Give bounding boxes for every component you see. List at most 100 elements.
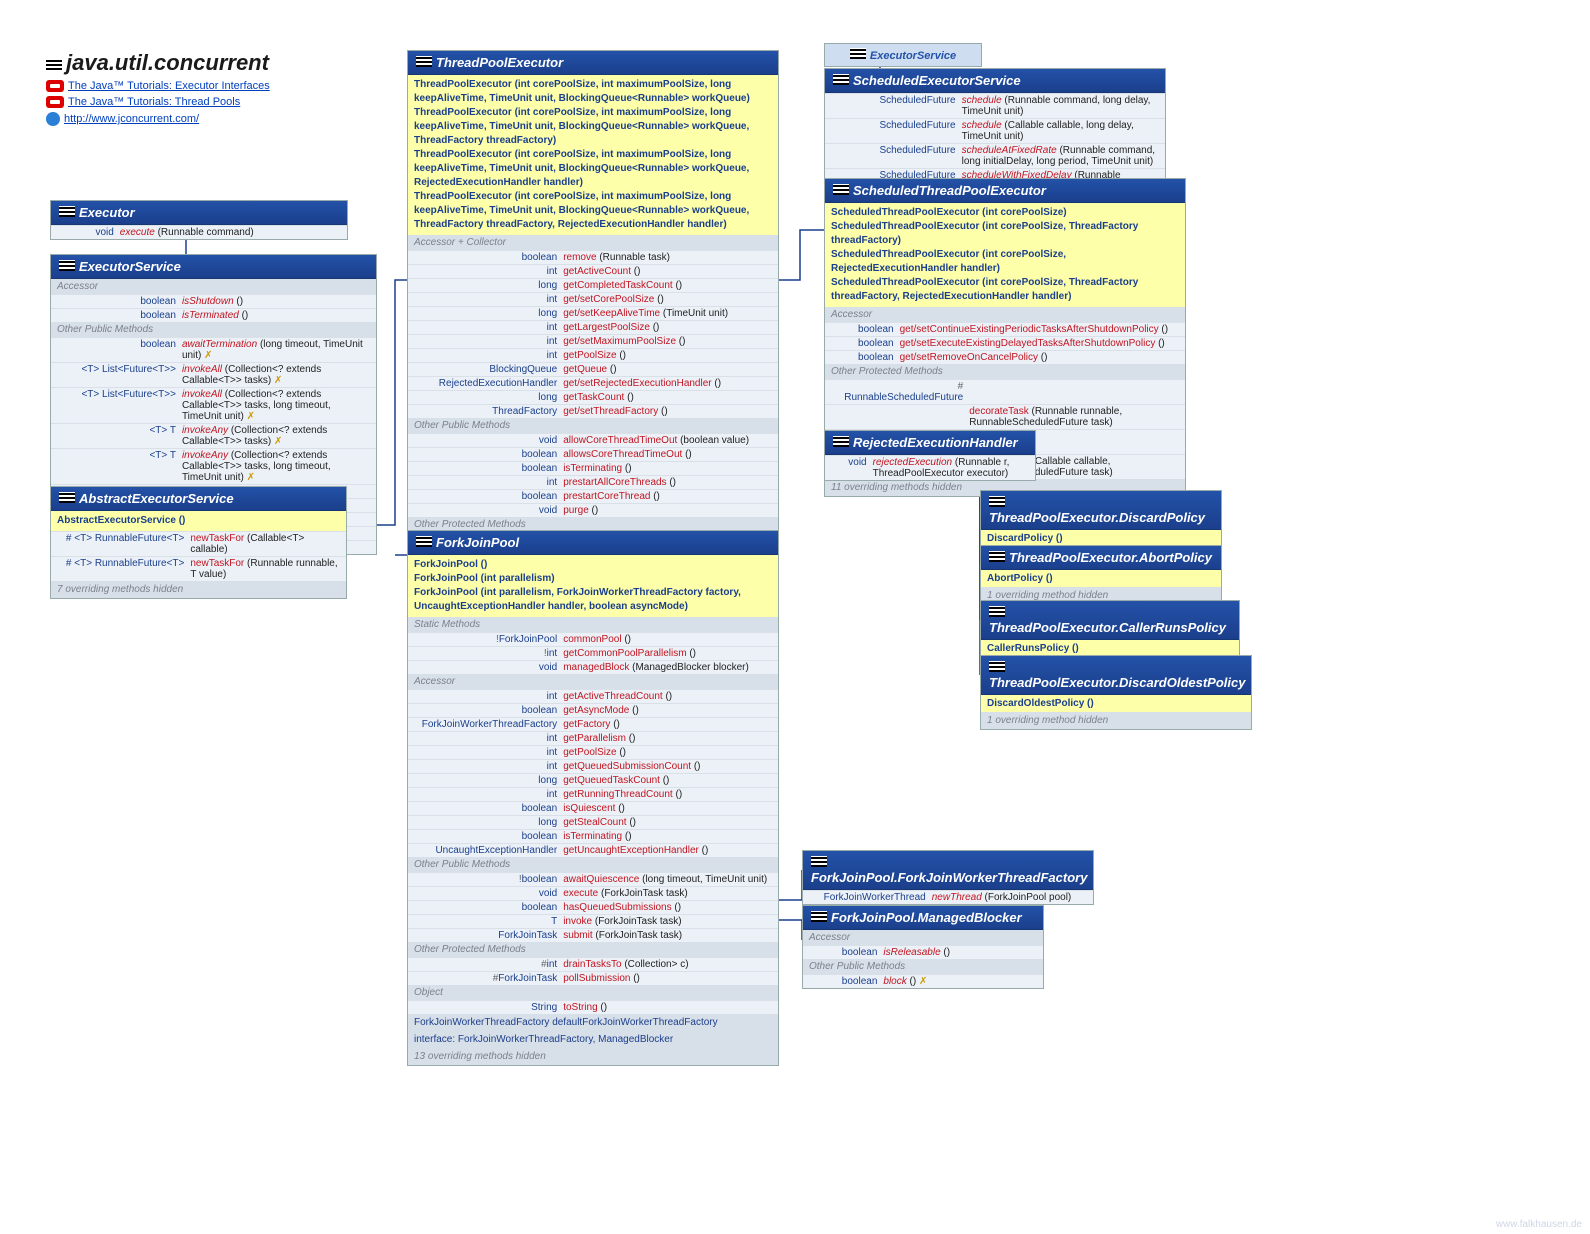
flag-icon bbox=[59, 492, 75, 503]
footer-note: 13 overriding methods hidden bbox=[408, 1048, 778, 1065]
class-title: ForkJoinPool.ForkJoinWorkerThreadFactory bbox=[811, 870, 1087, 885]
flag-icon bbox=[811, 911, 827, 922]
class-title: ForkJoinPool.ManagedBlocker bbox=[831, 910, 1022, 925]
method-row[interactable]: ForkJoinWorkerThreadFactorygetFactory () bbox=[408, 717, 778, 731]
section-label: Accessor bbox=[51, 279, 376, 294]
badge-icon bbox=[46, 96, 64, 108]
section-label: Accessor bbox=[803, 930, 1043, 945]
class-managedblocker[interactable]: ForkJoinPool.ManagedBlocker Accessor boo… bbox=[802, 905, 1044, 989]
method-row[interactable]: voidmanagedBlock (ManagedBlocker blocker… bbox=[408, 660, 778, 674]
section-label: Accessor bbox=[408, 674, 778, 689]
page-title: java.util.concurrent bbox=[46, 50, 270, 76]
method-row[interactable]: #intdrainTasksTo (Collection> c) bbox=[408, 957, 778, 971]
method-row[interactable]: longgetQueuedTaskCount () bbox=[408, 773, 778, 787]
class-forkjoinpool[interactable]: ForkJoinPool ForkJoinPool () ForkJoinPoo… bbox=[407, 530, 779, 1066]
method-row[interactable]: #ForkJoinTaskpollSubmission () bbox=[408, 971, 778, 985]
class-fjwtfactory[interactable]: ForkJoinPool.ForkJoinWorkerThreadFactory… bbox=[802, 850, 1094, 905]
method-row[interactable]: booleanisTerminating () bbox=[408, 829, 778, 843]
method-row[interactable]: intgetRunningThreadCount () bbox=[408, 787, 778, 801]
method-row[interactable]: booleanget/setExecuteExistingDelayedTask… bbox=[825, 336, 1185, 350]
method-row[interactable]: intgetActiveCount () bbox=[408, 264, 778, 278]
method-row[interactable]: longgetTaskCount () bbox=[408, 390, 778, 404]
method-row[interactable]: longgetCompletedTaskCount () bbox=[408, 278, 778, 292]
method-row[interactable]: ScheduledFuturescheduleAtFixedRate (Runn… bbox=[825, 143, 1165, 168]
section-label: Other Protected Methods bbox=[408, 942, 778, 957]
method-row[interactable]: intgetPoolSize () bbox=[408, 745, 778, 759]
flag-icon bbox=[416, 536, 432, 547]
method-row[interactable]: BlockingQueuegetQueue () bbox=[408, 362, 778, 376]
globe-icon bbox=[46, 112, 60, 126]
method-row[interactable]: intgetLargestPoolSize () bbox=[408, 320, 778, 334]
method-row[interactable]: voidexecute (ForkJoinTask task) bbox=[408, 886, 778, 900]
method-row[interactable]: voidpurge () bbox=[408, 503, 778, 517]
section-label: Other Public Methods bbox=[408, 857, 778, 872]
section-label: Other Public Methods bbox=[408, 418, 778, 433]
method-row[interactable]: decorateTask (Runnable runnable, Runnabl… bbox=[825, 404, 1185, 429]
method-row[interactable]: intget/setMaximumPoolSize () bbox=[408, 334, 778, 348]
section-label: Object bbox=[408, 985, 778, 1000]
class-executor[interactable]: Executor voidexecute (Runnable command) bbox=[50, 200, 348, 240]
method-row[interactable]: intgetActiveThreadCount () bbox=[408, 689, 778, 703]
method-row[interactable]: booleangetAsyncMode () bbox=[408, 703, 778, 717]
class-title: Executor bbox=[79, 205, 135, 220]
class-title: ThreadPoolExecutor.AbortPolicy bbox=[1009, 550, 1212, 565]
method-row[interactable]: ScheduledFutureschedule (Callable callab… bbox=[825, 118, 1165, 143]
class-discardoldestpolicy[interactable]: ThreadPoolExecutor.DiscardOldestPolicy D… bbox=[980, 655, 1252, 730]
ext-link-2[interactable]: The Java™ Tutorials: Thread Pools bbox=[46, 96, 270, 108]
flag-icon bbox=[989, 551, 1005, 562]
method-row[interactable]: booleanprestartCoreThread () bbox=[408, 489, 778, 503]
method-row[interactable]: Tinvoke (ForkJoinTask task) bbox=[408, 914, 778, 928]
section-label: Static Methods bbox=[408, 617, 778, 632]
method-row[interactable]: booleanremove (Runnable task) bbox=[408, 250, 778, 264]
class-title: ThreadPoolExecutor bbox=[436, 55, 563, 70]
class-rejectedexecutionhandler[interactable]: RejectedExecutionHandler voidrejectedExe… bbox=[824, 430, 1036, 481]
flag-icon bbox=[833, 74, 849, 85]
method-row[interactable]: intprestartAllCoreThreads () bbox=[408, 475, 778, 489]
method-row[interactable]: booleanget/setRemoveOnCancelPolicy () bbox=[825, 350, 1185, 364]
method-row[interactable]: # RunnableScheduledFuture bbox=[825, 379, 1185, 404]
method-row[interactable]: StringtoString () bbox=[408, 1000, 778, 1014]
method-row[interactable]: !booleanawaitQuiescence (long timeout, T… bbox=[408, 872, 778, 886]
class-title: ExecutorService bbox=[79, 259, 181, 274]
page-header: java.util.concurrent The Java™ Tutorials… bbox=[46, 50, 270, 130]
class-title: ForkJoinPool bbox=[436, 535, 519, 550]
method-row[interactable]: UncaughtExceptionHandlergetUncaughtExcep… bbox=[408, 843, 778, 857]
watermark: www.falkhausen.de bbox=[1496, 1219, 1582, 1230]
flag-icon bbox=[850, 48, 866, 59]
method-row[interactable]: intget/setCorePoolSize () bbox=[408, 292, 778, 306]
class-title: ThreadPoolExecutor.DiscardOldestPolicy bbox=[989, 675, 1245, 690]
method-row[interactable]: booleanisTerminating () bbox=[408, 461, 778, 475]
flag-icon bbox=[811, 856, 827, 867]
method-row[interactable]: !ForkJoinPoolcommonPool () bbox=[408, 632, 778, 646]
method-row[interactable]: longget/setKeepAliveTime (TimeUnit unit) bbox=[408, 306, 778, 320]
flag-icon bbox=[416, 56, 432, 67]
section-label: Other Public Methods bbox=[803, 959, 1043, 974]
method-row[interactable]: longgetStealCount () bbox=[408, 815, 778, 829]
ext-link-1[interactable]: The Java™ Tutorials: Executor Interfaces bbox=[46, 80, 270, 92]
flag-icon bbox=[46, 59, 62, 70]
flag-icon bbox=[989, 661, 1005, 672]
method-row[interactable]: booleanhasQueuedSubmissions () bbox=[408, 900, 778, 914]
method-row[interactable]: booleanallowsCoreThreadTimeOut () bbox=[408, 447, 778, 461]
method-row[interactable]: intgetPoolSize () bbox=[408, 348, 778, 362]
method-row[interactable]: intgetParallelism () bbox=[408, 731, 778, 745]
method-row[interactable]: ScheduledFutureschedule (Runnable comman… bbox=[825, 93, 1165, 118]
footer-note: 7 overriding methods hidden bbox=[51, 581, 346, 598]
badge-icon bbox=[46, 80, 64, 92]
stub-executorservice[interactable]: ExecutorService bbox=[824, 43, 982, 67]
method-row[interactable]: booleanisQuiescent () bbox=[408, 801, 778, 815]
method-row[interactable]: RejectedExecutionHandlerget/setRejectedE… bbox=[408, 376, 778, 390]
flag-icon bbox=[989, 606, 1005, 617]
method-row[interactable]: ForkJoinTasksubmit (ForkJoinTask task) bbox=[408, 928, 778, 942]
method-row[interactable]: intgetQueuedSubmissionCount () bbox=[408, 759, 778, 773]
class-abstractexecutorservice[interactable]: AbstractExecutorService AbstractExecutor… bbox=[50, 486, 347, 599]
method-row[interactable]: voidallowCoreThreadTimeOut (boolean valu… bbox=[408, 433, 778, 447]
method-row[interactable]: !intgetCommonPoolParallelism () bbox=[408, 646, 778, 660]
section-label: Other Public Methods bbox=[51, 322, 376, 337]
ext-link-3[interactable]: http://www.jconcurrent.com/ bbox=[46, 112, 270, 126]
method-row[interactable]: booleanget/setContinueExistingPeriodicTa… bbox=[825, 322, 1185, 336]
class-abortpolicy[interactable]: ThreadPoolExecutor.AbortPolicy AbortPoli… bbox=[980, 545, 1222, 605]
section-label: Accessor + Collector bbox=[408, 235, 778, 250]
method-row[interactable]: ThreadFactoryget/setThreadFactory () bbox=[408, 404, 778, 418]
class-title: RejectedExecutionHandler bbox=[853, 435, 1018, 450]
